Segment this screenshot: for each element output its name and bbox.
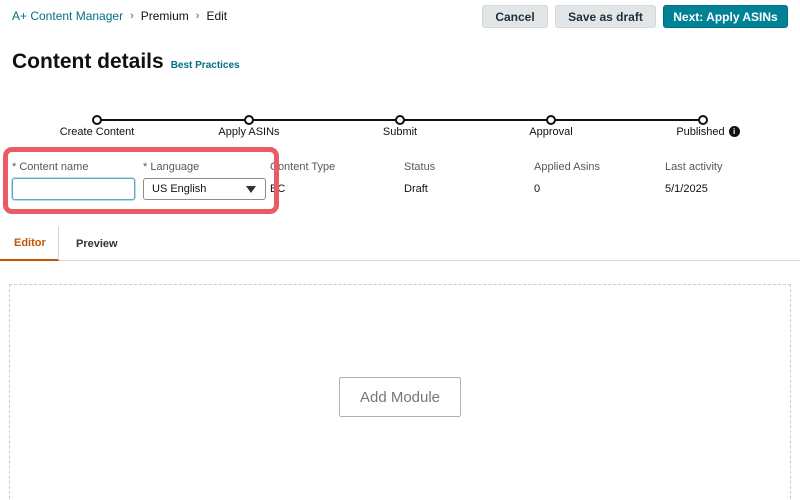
editor-tabs: Editor Preview (0, 226, 800, 261)
next-apply-asins-button[interactable]: Next: Apply ASINs (663, 5, 788, 28)
chevron-right-icon: › (130, 10, 134, 22)
required-mark: * (143, 161, 148, 173)
best-practices-link[interactable]: Best Practices (171, 60, 240, 71)
content-name-label: * Content name (12, 161, 88, 173)
status-label: Status (404, 161, 436, 173)
info-icon[interactable]: i (728, 125, 740, 137)
step-dot-submit (395, 115, 405, 125)
content-type-value: BC (270, 183, 286, 195)
language-label: * Language (143, 161, 199, 173)
page-title: Content details (12, 50, 164, 73)
language-label-text: Language (150, 161, 200, 173)
status-value: Draft (404, 183, 428, 195)
last-activity-value: 5/1/2025 (665, 183, 708, 195)
step-dot-apply-asins (244, 115, 254, 125)
chevron-right-icon: › (195, 10, 200, 22)
step-label-apply-asins: Apply ASINs (218, 126, 280, 138)
step-label-approval: Approval (529, 126, 573, 138)
title-row: Content details Best Practices (12, 50, 240, 74)
applied-asins-value: 0 (534, 183, 541, 195)
breadcrumb-item-edit: Edit (206, 9, 228, 23)
step-dot-approval (546, 115, 556, 125)
tab-editor[interactable]: Editor (0, 226, 59, 261)
save-as-draft-button[interactable]: Save as draft (555, 5, 656, 28)
applied-asins-label: Applied Asins (534, 161, 601, 173)
add-module-button[interactable]: Add Module (339, 377, 461, 417)
caret-down-icon (246, 186, 256, 193)
content-name-input[interactable] (12, 178, 135, 200)
step-label-published: Published (676, 126, 725, 138)
required-mark: * (12, 161, 17, 173)
step-label-submit: Submit (382, 126, 418, 138)
top-action-bar: Cancel Save as draft Next: Apply ASINs (482, 5, 788, 28)
language-select[interactable]: US English (143, 178, 266, 200)
step-dot-create-content (92, 115, 102, 125)
breadcrumb-item-premium: Premium (140, 9, 189, 23)
language-selected-value: US English (152, 183, 207, 195)
content-type-label: Content Type (270, 161, 336, 173)
content-name-label-text: Content name (19, 161, 89, 173)
step-label-published-wrap: Published i (653, 125, 763, 138)
last-activity-label: Last activity (665, 161, 723, 173)
breadcrumb: A+ Content Manager › Premium › Edit (12, 9, 227, 23)
cancel-button[interactable]: Cancel (482, 5, 548, 28)
tab-preview[interactable]: Preview (76, 226, 118, 261)
step-dot-published (698, 115, 708, 125)
breadcrumb-item-a-plus-content-manager[interactable]: A+ Content Manager (12, 9, 123, 23)
step-label-create-content: Create Content (59, 126, 135, 138)
